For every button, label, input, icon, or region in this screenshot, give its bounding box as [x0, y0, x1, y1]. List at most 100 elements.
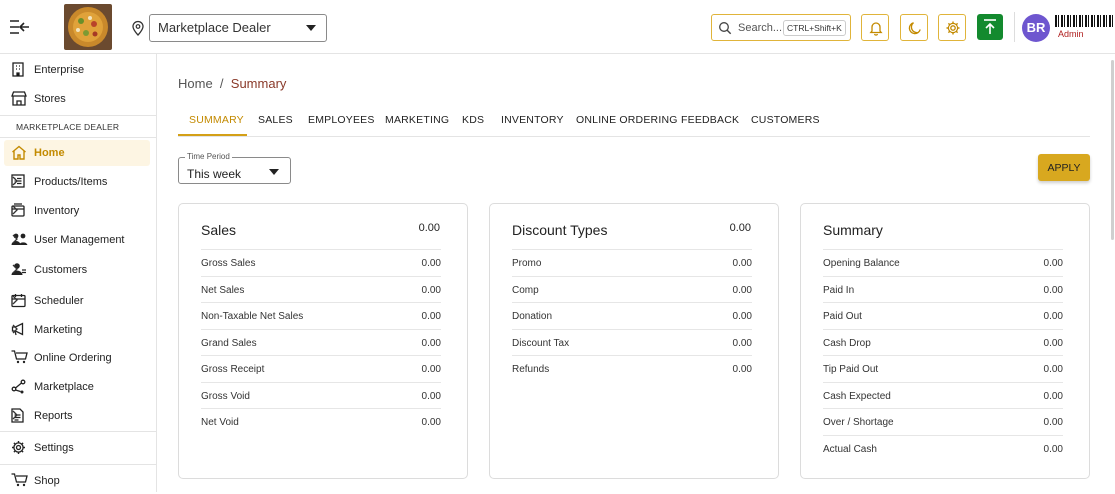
- notifications-button[interactable]: [861, 14, 889, 41]
- time-period-select[interactable]: Time Period This week: [178, 152, 291, 184]
- metric-label: Non-Taxable Net Sales: [201, 311, 304, 322]
- metric-value: 0.00: [732, 284, 752, 296]
- sidebar-item-user-management[interactable]: User Management: [4, 227, 150, 253]
- sidebar-divider: [0, 137, 156, 138]
- store-select[interactable]: Marketplace Dealer: [149, 14, 327, 42]
- chevron-right-icon: [12, 295, 18, 305]
- card-discount-types: Discount Types 0.00 Promo 0.00 Comp 0.00 Donat…: [489, 203, 779, 479]
- metric-row: Paid Out 0.00: [823, 302, 1063, 329]
- card-summary: Summary Opening Balance 0.00 Paid In 0.00 Pai…: [800, 203, 1090, 479]
- metric-value: 0.00: [1043, 284, 1063, 296]
- header-divider: [1014, 12, 1015, 42]
- sidebar-item-products-items[interactable]: Products/Items: [4, 169, 150, 195]
- apply-button[interactable]: APPLY: [1038, 154, 1090, 181]
- metric-label: Paid Out: [823, 311, 862, 322]
- breadcrumb-home[interactable]: Home: [178, 76, 213, 91]
- card-title: Sales: [201, 222, 237, 238]
- tab-summary[interactable]: SUMMARY: [189, 114, 244, 126]
- metric-row: Tip Paid Out 0.00: [823, 355, 1063, 382]
- metric-value: 0.00: [1043, 443, 1063, 455]
- sidebar-item-marketing[interactable]: Marketing: [4, 317, 150, 343]
- metric-value: 0.00: [421, 390, 441, 402]
- scrollbar[interactable]: [1111, 60, 1114, 240]
- card-title: Discount Types: [512, 222, 608, 238]
- breadcrumb: Home / Summary: [178, 76, 286, 91]
- card-total: 0.00: [418, 222, 440, 234]
- sidebar-item-enterprise[interactable]: Enterprise: [4, 57, 150, 83]
- sidebar-divider: [0, 464, 156, 465]
- share-icon: [11, 379, 26, 394]
- tab-bar: SUMMARY SALES EMPLOYEES MARKETING KDS IN…: [178, 106, 1090, 137]
- moon-icon: [908, 22, 921, 35]
- metric-value: 0.00: [421, 364, 441, 375]
- sidebar-item-reports[interactable]: Reports: [4, 403, 150, 429]
- sidebar-item-online-ordering[interactable]: Online Ordering: [4, 345, 150, 371]
- avatar[interactable]: BR: [1022, 14, 1050, 42]
- metric-row: Promo 0.00: [512, 249, 752, 276]
- sidebar-item-inventory[interactable]: Inventory: [4, 198, 150, 224]
- caret-down-icon: [306, 25, 316, 31]
- metric-value: 0.00: [732, 258, 752, 269]
- sidebar-item-label: Stores: [34, 93, 66, 105]
- metric-value: 0.00: [732, 364, 752, 375]
- tab-sales[interactable]: SALES: [258, 114, 293, 126]
- metric-row: Comp 0.00: [512, 275, 752, 303]
- card-total: 0.00: [729, 222, 751, 234]
- metric-row: Cash Drop 0.00: [823, 328, 1063, 356]
- sidebar-item-label: Enterprise: [34, 64, 85, 76]
- user-role: Admin: [1058, 29, 1084, 39]
- settings-button[interactable]: [938, 14, 966, 41]
- tab-inventory[interactable]: INVENTORY: [501, 114, 564, 126]
- gear-icon: [946, 21, 960, 35]
- bell-icon: [869, 22, 883, 36]
- metric-row: Discount Tax 0.00: [512, 328, 752, 356]
- tab-employees[interactable]: EMPLOYEES: [308, 114, 375, 126]
- home-icon: [12, 145, 26, 160]
- metric-row: Opening Balance 0.00: [823, 249, 1063, 276]
- tab-marketing[interactable]: MARKETING: [385, 114, 449, 126]
- sidebar-item-marketplace[interactable]: Marketplace: [4, 374, 150, 400]
- tab-customers[interactable]: CUSTOMERS: [751, 114, 820, 126]
- search-shortcut-badge: CTRL+Shift+K: [783, 20, 846, 36]
- search-box[interactable]: Search... CTRL+Shift+K: [711, 14, 851, 41]
- metric-value: 0.00: [421, 337, 441, 349]
- tab-feedback[interactable]: FEEDBACK: [681, 114, 739, 126]
- upload-button[interactable]: [977, 14, 1003, 40]
- top-bar: Marketplace Dealer Search... CTRL+Shift+…: [0, 0, 1115, 54]
- chevron-right-icon: [12, 410, 18, 420]
- sidebar-item-stores[interactable]: Stores: [4, 86, 150, 112]
- chevron-right-icon: [12, 205, 18, 215]
- sidebar-item-label: Customers: [34, 264, 88, 276]
- metric-label: Opening Balance: [823, 258, 900, 269]
- caret-down-icon: [269, 169, 279, 175]
- sidebar-item-shop[interactable]: Shop: [4, 468, 150, 494]
- sidebar-item-scheduler[interactable]: Scheduler: [4, 288, 150, 314]
- dark-mode-button[interactable]: [900, 14, 928, 41]
- sidebar-item-label: Home: [34, 147, 65, 159]
- shop-cart-icon: [11, 473, 28, 487]
- sidebar-section-label: MARKETPLACE DEALER: [16, 122, 120, 132]
- store-icon: [11, 91, 27, 106]
- collapse-sidebar-icon[interactable]: [9, 18, 31, 36]
- metric-label: Tip Paid Out: [823, 364, 879, 375]
- card-sales: Sales 0.00 Gross Sales 0.00 Net Sales 0.00 Non…: [178, 203, 468, 479]
- chevron-right-icon: [12, 324, 18, 334]
- store-select-value: Marketplace Dealer: [158, 20, 271, 35]
- sidebar: Enterprise Stores MARKETPLACE DEALER Hom…: [0, 54, 157, 492]
- sidebar-item-settings[interactable]: Settings: [4, 435, 150, 461]
- metric-row: Non-Taxable Net Sales 0.00: [201, 302, 441, 329]
- tab-kds[interactable]: KDS: [462, 114, 484, 126]
- chevron-right-icon: [12, 234, 18, 244]
- tab-online-ordering[interactable]: ONLINE ORDERING: [576, 114, 678, 126]
- sidebar-item-label: Settings: [34, 442, 74, 454]
- metric-label: Comp: [512, 284, 539, 296]
- sidebar-item-customers[interactable]: Customers: [4, 257, 150, 283]
- metric-row: Gross Void 0.00: [201, 381, 441, 409]
- metric-label: Over / Shortage: [823, 417, 894, 428]
- sidebar-item-home[interactable]: Home: [4, 140, 150, 166]
- metric-row: Net Sales 0.00: [201, 275, 441, 303]
- search-placeholder: Search...: [738, 22, 783, 34]
- metric-value: 0.00: [1043, 390, 1063, 402]
- chevron-right-icon: [12, 176, 18, 186]
- metric-label: Promo: [512, 258, 542, 269]
